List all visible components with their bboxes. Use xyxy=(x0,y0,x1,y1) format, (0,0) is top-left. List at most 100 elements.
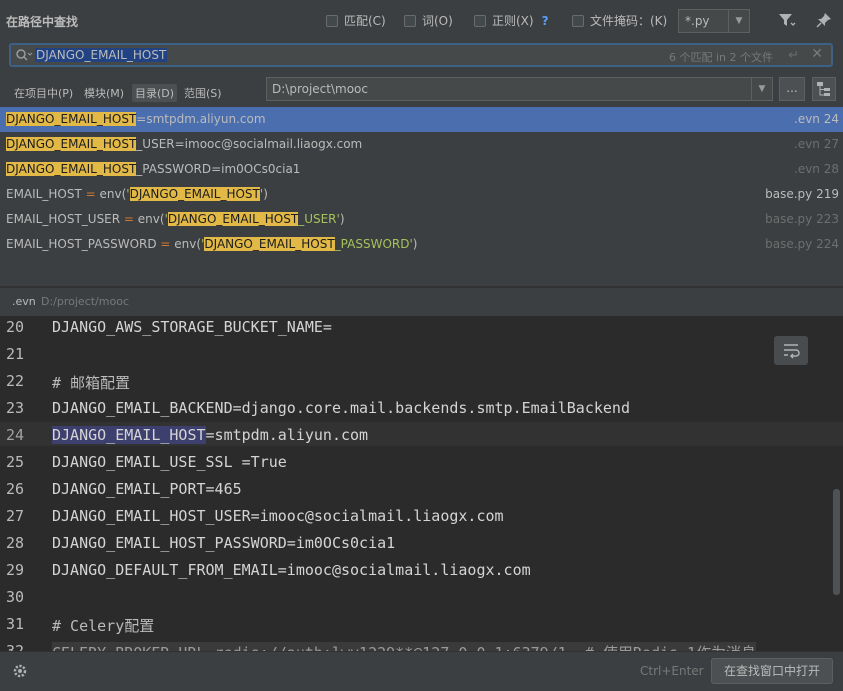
result-call: env( xyxy=(99,187,127,201)
results-list: DJANGO_EMAIL_HOST=smtpdm.aliyun.com .evn… xyxy=(0,107,843,283)
line-number: 26 xyxy=(6,480,25,498)
directory-select[interactable]: D:\project\mooc ▼ xyxy=(266,77,773,101)
chevron-down-icon[interactable]: ▼ xyxy=(728,10,749,32)
match-highlight: DJANGO_EMAIL_HOST xyxy=(167,212,299,226)
match-case-checkbox[interactable] xyxy=(326,14,338,27)
result-row[interactable]: DJANGO_EMAIL_HOST_PASSWORD=im0OCs0cia1 .… xyxy=(0,157,843,182)
result-variable: EMAIL_HOST xyxy=(6,187,82,201)
code-line: DJANGO_EMAIL_HOST_USER=imooc@socialmail.… xyxy=(52,507,504,525)
result-string-tail: _USER' xyxy=(298,212,340,226)
result-call: env( xyxy=(174,237,202,251)
dialog-footer: Ctrl+Enter 在查找窗口中打开 xyxy=(0,651,843,691)
regex-checkbox[interactable] xyxy=(474,14,486,27)
regex-help-icon[interactable]: ? xyxy=(542,14,549,28)
scrollbar-thumb[interactable] xyxy=(833,489,840,595)
match-highlight: DJANGO_EMAIL_HOST xyxy=(6,112,137,126)
result-row[interactable]: DJANGO_EMAIL_HOST_USER=imooc@socialmail.… xyxy=(0,132,843,157)
result-row[interactable]: EMAIL_HOST_PASSWORD = env('DJANGO_EMAIL_… xyxy=(0,232,843,257)
match-highlight: DJANGO_EMAIL_HOST xyxy=(6,137,137,151)
match-highlight: DJANGO_EMAIL_HOST xyxy=(204,237,335,251)
result-file: base.py 219 xyxy=(765,187,839,201)
file-mask-select[interactable]: *.py ▼ xyxy=(678,9,750,33)
chevron-down-icon[interactable]: ▼ xyxy=(751,78,772,100)
code-line: DJANGO_EMAIL_USE_SSL =True xyxy=(52,453,287,471)
regex-label: 正则(X) xyxy=(492,14,534,28)
match-case-option[interactable]: 匹配(C) xyxy=(326,12,386,29)
regex-option[interactable]: 正则(X) ? xyxy=(474,12,549,29)
tree-icon xyxy=(817,82,830,96)
scope-directory[interactable]: 目录(D) xyxy=(132,84,178,102)
code-line: # 邮箱配置 xyxy=(52,374,131,392)
filter-icon[interactable] xyxy=(778,12,796,28)
code-line: DJANGO_AWS_STORAGE_BUCKET_NAME= xyxy=(52,318,332,336)
result-call-close: ) xyxy=(412,237,418,251)
shortcut-hint: Ctrl+Enter xyxy=(640,664,704,678)
scope-scope[interactable]: 范围(S) xyxy=(181,84,225,102)
whole-word-label: 词(O) xyxy=(422,14,453,28)
line-number: 22 xyxy=(6,372,25,390)
directory-value: D:\project\mooc xyxy=(272,82,368,96)
preview-file-name: .evn xyxy=(12,295,36,308)
soft-wrap-icon xyxy=(784,344,800,359)
match-case-label: 匹配(C) xyxy=(344,14,386,28)
code-line: DJANGO_EMAIL_HOST_PASSWORD=im0OCs0cia1 xyxy=(52,534,396,552)
code-line: DJANGO_EMAIL_PORT=465 xyxy=(52,480,242,498)
result-operator: = xyxy=(156,237,175,251)
code-preview[interactable]: 20 DJANGO_AWS_STORAGE_BUCKET_NAME= 21 22… xyxy=(0,316,843,651)
result-file: .evn 27 xyxy=(794,137,839,151)
match-count: 6 个匹配 in 2 个文件 xyxy=(668,51,773,64)
line-number: 27 xyxy=(6,507,25,525)
match-highlight: DJANGO_EMAIL_HOST xyxy=(129,187,260,201)
result-row[interactable]: DJANGO_EMAIL_HOST=smtpdm.aliyun.com .evn… xyxy=(0,107,843,132)
result-call-close: ) xyxy=(339,212,345,226)
whole-word-option[interactable]: 词(O) xyxy=(404,12,453,29)
result-file: .evn 24 xyxy=(794,112,839,126)
result-text: =smtpdm.aliyun.com xyxy=(136,112,266,126)
result-call: env( xyxy=(137,212,165,226)
gear-icon[interactable] xyxy=(12,663,28,679)
soft-wrap-button[interactable] xyxy=(774,336,808,365)
recursive-toggle[interactable] xyxy=(812,77,836,101)
search-icon[interactable] xyxy=(15,48,33,62)
result-variable: EMAIL_HOST_PASSWORD xyxy=(6,237,157,251)
scope-module[interactable]: 模块(M) xyxy=(81,84,127,102)
line-number: 25 xyxy=(6,453,25,471)
search-field[interactable]: DJANGO_EMAIL_HOST 6 个匹配 in 2 个文件 ↵ ✕ xyxy=(9,43,833,67)
result-row[interactable]: EMAIL_HOST_USER = env('DJANGO_EMAIL_HOST… xyxy=(0,207,843,232)
file-mask-value: *.py xyxy=(685,14,710,28)
line-number: 21 xyxy=(6,345,25,363)
result-operator: = xyxy=(81,187,100,201)
whole-word-checkbox[interactable] xyxy=(404,14,416,27)
line-number: 31 xyxy=(6,615,25,633)
pin-icon[interactable] xyxy=(816,12,832,28)
scope-project[interactable]: 在项目中(P) xyxy=(11,84,76,102)
newline-icon[interactable]: ↵ xyxy=(788,48,799,63)
line-number: 32 xyxy=(6,642,25,651)
line-number: 30 xyxy=(6,588,25,606)
result-row[interactable]: EMAIL_HOST = env('DJANGO_EMAIL_HOST') ba… xyxy=(0,182,843,207)
result-call-close: ) xyxy=(263,187,268,201)
match-highlight: DJANGO_EMAIL_HOST xyxy=(6,162,137,176)
code-line: DJANGO_EMAIL_HOST=smtpdm.aliyun.com xyxy=(52,426,368,444)
result-text: _PASSWORD=im0OCs0cia1 xyxy=(136,162,301,176)
code-line: # Celery配置 xyxy=(52,617,155,635)
browse-button[interactable]: ... xyxy=(779,77,805,101)
result-file: base.py 224 xyxy=(765,237,839,251)
search-input[interactable]: DJANGO_EMAIL_HOST xyxy=(35,48,168,62)
file-mask-checkbox[interactable] xyxy=(572,14,584,27)
result-file: .evn 28 xyxy=(794,162,839,176)
preview-file-path: D:/project/mooc xyxy=(41,295,129,308)
dialog-header: 在路径中查找 匹配(C) 词(O) 正则(X) ? 文件掩码：(K) *.py … xyxy=(0,0,843,42)
result-variable: EMAIL_HOST_USER xyxy=(6,212,121,226)
result-operator: = xyxy=(120,212,138,226)
result-text: _USER=imooc@socialmail.liaogx.com xyxy=(136,137,363,151)
file-mask-option[interactable]: 文件掩码：(K) xyxy=(572,12,667,29)
line-number: 28 xyxy=(6,534,25,552)
close-icon[interactable]: ✕ xyxy=(811,46,823,62)
line-number: 29 xyxy=(6,561,25,579)
result-string-tail: _PASSWORD' xyxy=(334,237,413,251)
code-line: DJANGO_EMAIL_BACKEND=django.core.mail.ba… xyxy=(52,399,630,417)
open-in-find-window-button[interactable]: 在查找窗口中打开 xyxy=(711,658,833,684)
dialog-title: 在路径中查找 xyxy=(6,15,79,29)
code-line: DJANGO_DEFAULT_FROM_EMAIL=imooc@socialma… xyxy=(52,561,531,579)
